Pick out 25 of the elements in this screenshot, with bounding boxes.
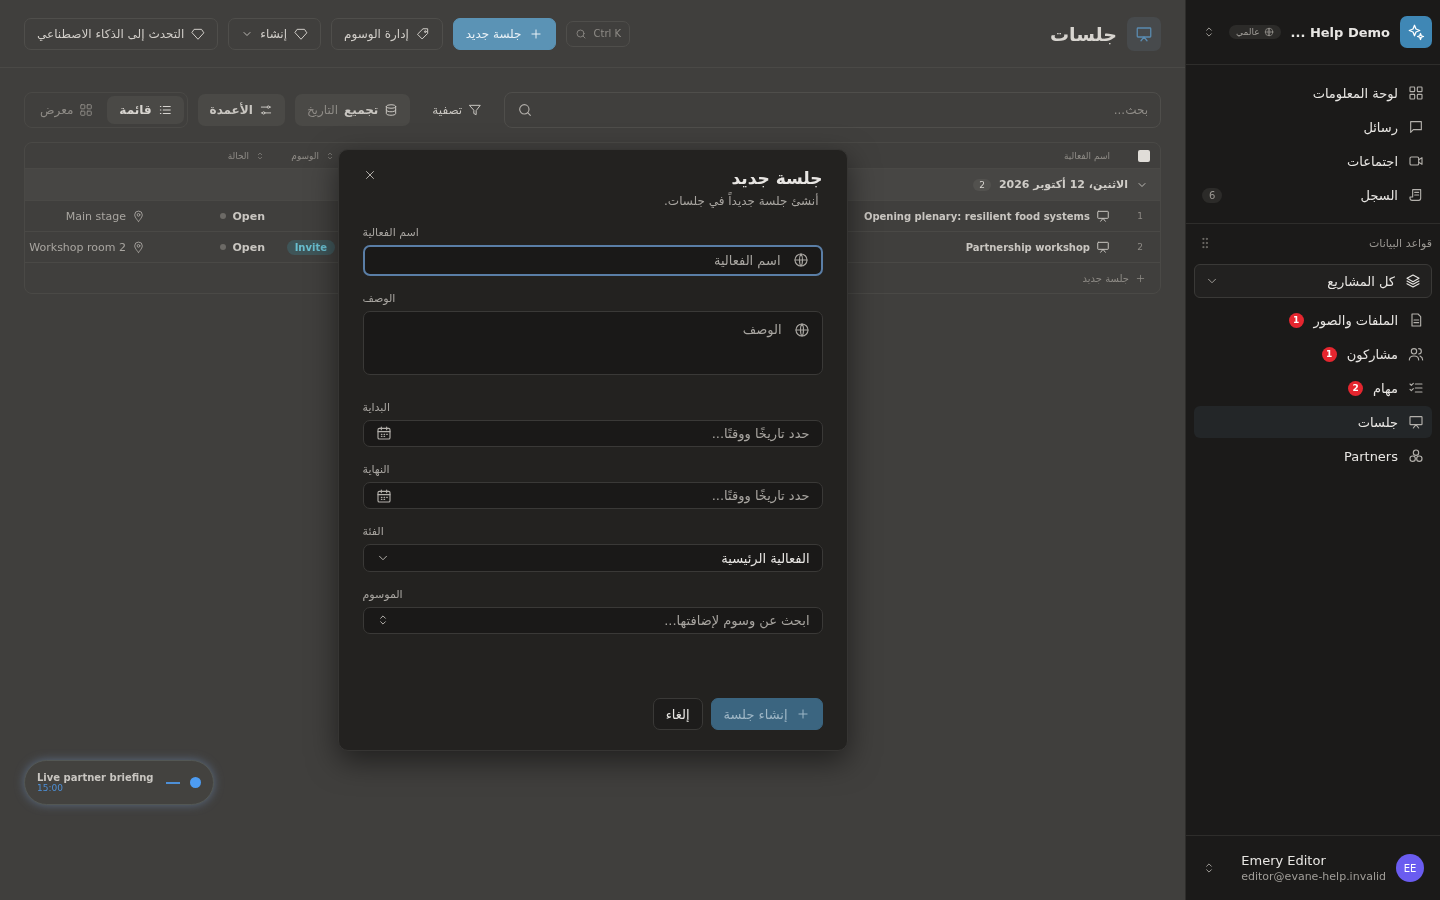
count-badge: 6 [1202,187,1223,203]
dialog-subtitle: أنشئ جلسة جديداً في جلسات. [663,194,819,208]
page-title: جلسات [1050,22,1117,45]
field-label: الفئة [362,525,385,539]
field-label: البداية [362,400,392,414]
notification-badge: 1 [1321,346,1337,362]
location-text: Workshop room 2 [29,240,126,254]
workspace-name: ... Help Demo [1290,24,1390,40]
status-label: Open [232,240,265,254]
field-label: النهاية [362,463,391,477]
user-name: Emery Editor [1241,853,1326,868]
notification-badge: 1 [1288,312,1304,328]
row-number: 1 [1137,211,1143,221]
status-label: Open [232,209,265,223]
field-label: الوصف [362,291,397,305]
tag-chip: Invite [286,239,335,255]
scope-badge: عالمي [1229,25,1281,39]
location-text: Main stage [65,209,126,223]
field-label: اسم الفعالية [362,226,420,239]
section-title: قواعد البيانات [1369,236,1432,250]
row-number: 2 [1137,242,1143,252]
field-label: الموسوم [362,587,404,601]
notification-badge: 2 [1348,380,1364,396]
dialog-title: جلسة جديد [731,168,823,188]
user-email: editor@evane-help.invalid [1241,870,1386,883]
